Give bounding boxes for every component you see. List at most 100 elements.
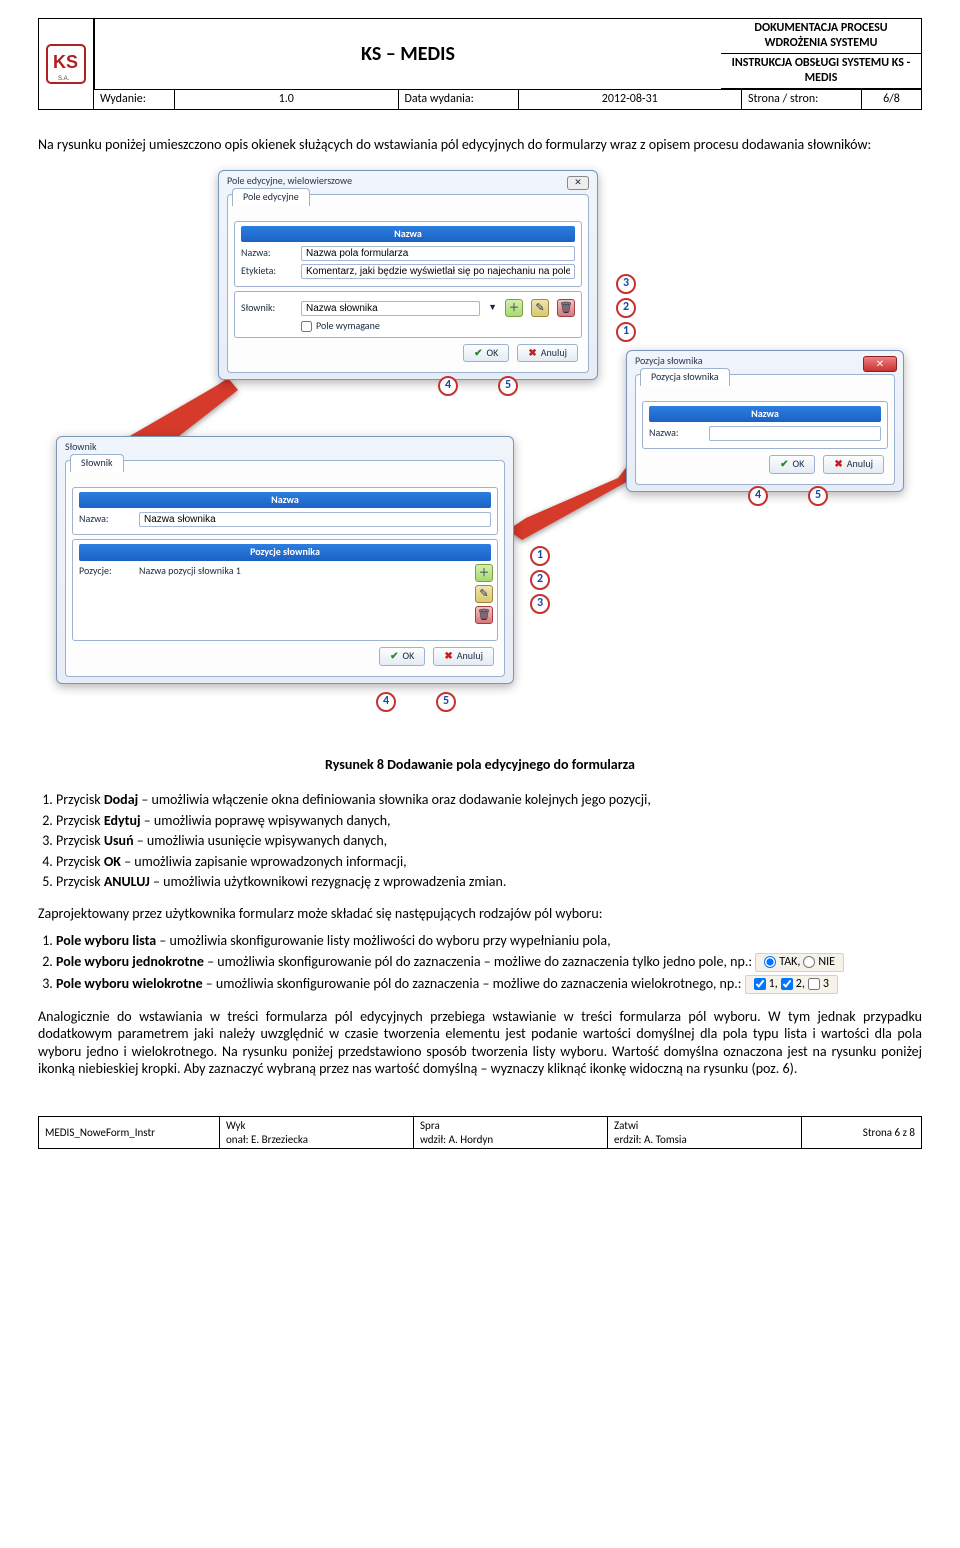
strona-label: Strona / stron: <box>741 90 861 109</box>
logo: KS S.A. <box>39 19 94 109</box>
input-etykieta[interactable] <box>301 264 575 279</box>
edit-button[interactable]: ✎ <box>475 585 493 603</box>
document-footer: MEDIS_NoweForm_Instr Wykonał: E. Brzezie… <box>38 1116 922 1150</box>
tab-pole-edycyjne[interactable]: Pole edycyjne <box>232 188 310 206</box>
label-etykieta: Etykieta: <box>241 265 293 278</box>
callout-2: 2 <box>530 570 550 590</box>
group-header: Nazwa <box>79 492 491 509</box>
edit-icon: ✎ <box>479 587 488 601</box>
edit-button[interactable]: ✎ <box>531 299 549 317</box>
check-2[interactable] <box>781 978 793 990</box>
data-value: 2012-08-31 <box>518 90 742 109</box>
list-item: Przycisk Usuń – umożliwia usunięcie wpis… <box>56 832 922 850</box>
callout-5: 5 <box>808 486 828 506</box>
list-item: Pole wyboru wielokrotne – umożliwia skon… <box>56 975 922 994</box>
radio-tak[interactable] <box>764 956 776 968</box>
label-nazwa: Nazwa: <box>79 513 131 526</box>
callout-2: 2 <box>616 298 636 318</box>
strona-value: 6/8 <box>861 90 921 109</box>
trash-icon: 🗑 <box>559 301 573 315</box>
callout-1: 1 <box>530 546 550 566</box>
check-icon: ✔ <box>474 347 482 360</box>
list-item: Nazwa pozycji słownika 1 <box>139 565 491 578</box>
dialog-pole-edycyjne: ✕ Pole edycyjne, wielowierszowe Pole edy… <box>218 170 598 381</box>
paragraph: Analogicznie do wstawiania w treści form… <box>38 1008 922 1078</box>
close-icon[interactable]: ✕ <box>567 176 589 190</box>
input-slownik[interactable] <box>301 301 480 316</box>
x-icon: ✖ <box>834 458 842 471</box>
add-button[interactable]: ＋ <box>475 564 493 582</box>
tab-pozycja[interactable]: Pozycja słownika <box>640 368 730 386</box>
callout-3: 3 <box>616 274 636 294</box>
list-item: Przycisk Dodaj – umożliwia włączenie okn… <box>56 791 922 809</box>
ok-button[interactable]: ✔OK <box>379 647 425 666</box>
paragraph: Zaprojektowany przez użytkownika formula… <box>38 905 922 923</box>
author-cell: Wykonał: E. Brzeziecka <box>219 1117 413 1149</box>
radio-nie[interactable] <box>803 956 815 968</box>
ok-button[interactable]: ✔OK <box>463 344 509 363</box>
x-icon: ✖ <box>528 347 536 360</box>
delete-button[interactable]: 🗑 <box>557 299 575 317</box>
document-header: KS S.A. DOKUMENTACJA PROCESU WDROŻENIA S… <box>38 18 922 110</box>
list-item: Przycisk ANULUJ – umożliwia użytkownikow… <box>56 873 922 891</box>
callout-4: 4 <box>438 376 458 396</box>
label-nazwa: Nazwa: <box>649 427 701 440</box>
list-item: Pole wyboru lista – umożliwia skonfiguro… <box>56 932 922 950</box>
radio-demo: TAK, NIE <box>755 953 844 972</box>
approver-cell: Zatwierdził: A. Tomsia <box>607 1117 801 1149</box>
button-list: Przycisk Dodaj – umożliwia włączenie okn… <box>56 791 922 891</box>
input-nazwa[interactable] <box>301 246 575 261</box>
cancel-button[interactable]: ✖Anuluj <box>823 455 884 474</box>
x-icon: ✖ <box>444 650 452 663</box>
checkbox-demo: 1, 2, 3 <box>745 975 838 994</box>
doc-title-1: DOKUMENTACJA PROCESU WDROŻENIA SYSTEMU <box>721 19 921 54</box>
doc-id: MEDIS_NoweForm_Instr <box>39 1117 219 1149</box>
page-number: Strona 6 z 8 <box>801 1117 921 1149</box>
input-nazwa[interactable] <box>709 426 881 441</box>
tab-slownik[interactable]: Słownik <box>70 454 124 472</box>
wydanie-value: 1.0 <box>174 90 398 109</box>
cancel-button[interactable]: ✖Anuluj <box>517 344 578 363</box>
add-button[interactable]: ＋ <box>505 299 523 317</box>
svg-text:KS: KS <box>53 52 78 72</box>
plus-icon: ＋ <box>479 566 490 580</box>
close-icon[interactable]: ✕ <box>863 356 897 372</box>
callout-1: 1 <box>616 322 636 342</box>
callout-4: 4 <box>748 486 768 506</box>
delete-button[interactable]: 🗑 <box>475 606 493 624</box>
callout-4: 4 <box>376 692 396 712</box>
list-item: Przycisk OK – umożliwia zapisanie wprowa… <box>56 853 922 871</box>
wydanie-label: Wydanie: <box>94 90 174 109</box>
checkbox-label: Pole wymagane <box>316 320 380 333</box>
plus-icon: ＋ <box>509 301 520 315</box>
edit-icon: ✎ <box>535 301 544 315</box>
callout-5: 5 <box>498 376 518 396</box>
dropdown-icon[interactable]: ▼ <box>488 302 497 313</box>
intro-paragraph: Na rysunku poniżej umieszczono opis okie… <box>38 136 922 154</box>
svg-text:S.A.: S.A. <box>58 76 70 82</box>
brand-title: KS – MEDIS <box>94 19 721 89</box>
check-icon: ✔ <box>780 458 788 471</box>
group-header: Nazwa <box>649 406 881 423</box>
dialog-pozycja-slownika: ✕ Pozycja słownika Pozycja słownika Nazw… <box>626 350 904 492</box>
label-pozycje: Pozycje: <box>79 565 131 578</box>
group-header: Pozycje słownika <box>79 544 491 561</box>
list-item: Przycisk Edytuj – umożliwia poprawę wpis… <box>56 812 922 830</box>
ok-button[interactable]: ✔OK <box>769 455 815 474</box>
group-header: Nazwa <box>241 226 575 243</box>
cancel-button[interactable]: ✖Anuluj <box>433 647 494 666</box>
dialog-title: Słownik <box>57 437 513 458</box>
label-slownik: Słownik: <box>241 302 293 315</box>
check-icon: ✔ <box>390 650 398 663</box>
checkbox-required[interactable] <box>301 321 312 332</box>
reviewer-cell: Sprawdził: A. Hordyn <box>413 1117 607 1149</box>
check-3[interactable] <box>808 978 820 990</box>
check-1[interactable] <box>754 978 766 990</box>
field-type-list: Pole wyboru lista – umożliwia skonfiguro… <box>56 932 922 994</box>
data-label: Data wydania: <box>398 90 518 109</box>
callout-5: 5 <box>436 692 456 712</box>
input-nazwa[interactable] <box>139 512 491 527</box>
label-nazwa: Nazwa: <box>241 247 293 260</box>
trash-icon: 🗑 <box>477 608 491 622</box>
figure-screenshot: ✕ Pole edycyjne, wielowierszowe Pole edy… <box>38 170 922 730</box>
